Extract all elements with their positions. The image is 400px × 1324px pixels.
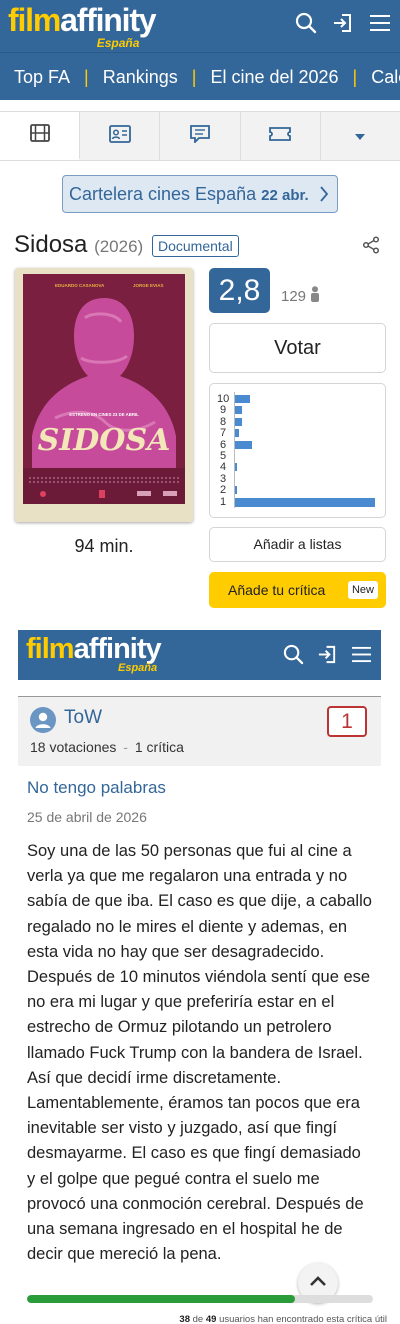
histogram-bar-10 (235, 395, 250, 403)
usefulness-text: 38 de 49 usuarios han encontrado esta cr… (179, 1314, 387, 1324)
histogram-label-1: 1 (219, 495, 227, 508)
tab-more[interactable] (321, 112, 400, 160)
review-author-name[interactable]: ToW (64, 707, 102, 729)
login-icon[interactable] (315, 641, 339, 667)
histogram-bar-6 (235, 440, 252, 449)
movie-year: (2026) (94, 237, 144, 256)
usefulness-bar (27, 1295, 373, 1303)
histogram-bar-9 (235, 406, 243, 415)
top-header: filmaffinity España (0, 0, 400, 52)
histogram-bar-4 (235, 463, 237, 472)
vote-count-value: 129 (281, 287, 307, 305)
ticket-icon (269, 126, 292, 147)
histogram-bar-2 (235, 486, 237, 495)
film-icon (29, 123, 50, 147)
vote-button[interactable]: Votar (209, 323, 386, 373)
average-rating: 2,8 (209, 268, 270, 313)
review-body: Soy una de las 50 personas que fui al ci… (27, 839, 373, 1267)
author-reviews[interactable]: 1 crítica (135, 739, 184, 755)
review-author: ToW 18 votaciones - 1 crítica 1 (18, 696, 381, 766)
logo-region: España (96, 36, 140, 50)
search-icon[interactable] (281, 641, 305, 667)
vote-count[interactable]: 129 (281, 286, 320, 306)
tab-cast[interactable] (80, 112, 161, 160)
author-votes[interactable]: 18 votaciones (30, 739, 116, 755)
share-icon[interactable] (362, 236, 380, 259)
review-title: No tengo palabras (27, 778, 166, 797)
useful-total: 49 (205, 1314, 217, 1324)
histogram-bar-1 (235, 497, 375, 507)
review-paragraph: Después de 10 minutos viéndola sentí que… (27, 968, 371, 1264)
add-to-lists-button[interactable]: Añadir a listas (209, 527, 386, 562)
nav-separator: | (84, 67, 89, 87)
poster-actor-right: JORGE EVIAS (133, 283, 164, 288)
histogram-label-6: 6 (219, 438, 227, 451)
add-review-label: Añade tu crítica (228, 582, 326, 598)
filmaffinity-logo[interactable]: filmaffinity (26, 632, 162, 666)
menu-icon[interactable] (368, 10, 392, 36)
histogram-label-8: 8 (219, 415, 227, 428)
histogram-label-10: 10 (217, 393, 230, 405)
cartelera-button[interactable]: Cartelera cines España 22 abr. (62, 175, 338, 213)
histogram-bar-7 (235, 429, 239, 438)
poster-actor-left: EDUARDO CASANOVA (55, 283, 105, 288)
new-badge: New (347, 581, 378, 599)
logo-text-film: film (26, 633, 75, 665)
genre-badge[interactable]: Documental (152, 235, 239, 257)
histogram-label-5: 5 (219, 450, 227, 462)
nav-separator: | (352, 67, 358, 87)
cartelera-date: 22 abr. (261, 187, 309, 204)
reviews-icon (189, 124, 211, 148)
useful-count: 38 (179, 1314, 190, 1324)
runtime: 94 min. (74, 536, 134, 556)
review-paragraph: Soy una de las 50 personas que fui al ci… (27, 842, 372, 961)
page-title: Sidosa (2026) (14, 231, 143, 259)
histogram-label-7: 7 (219, 427, 227, 440)
stats-separator: - (123, 739, 128, 755)
chevron-up-icon (309, 1274, 327, 1292)
histogram-label-9: 9 (219, 404, 227, 417)
nav-item-calendario[interactable]: Calenda (357, 53, 400, 100)
review-header: filmaffinity España (18, 630, 381, 680)
histogram-label-4: 4 (219, 461, 227, 474)
histogram-label-2: 2 (219, 484, 227, 497)
avatar[interactable] (30, 707, 56, 733)
nav-item-cine-2026[interactable]: El cine del 2026 (196, 53, 338, 100)
tab-film[interactable] (0, 112, 81, 160)
logo-text-affinity: affinity (60, 2, 157, 38)
nav-item-rankings[interactable]: Rankings (89, 53, 178, 100)
tab-tickets[interactable] (241, 112, 321, 160)
usefulness-fill (27, 1295, 296, 1303)
nav-item-top-fa[interactable]: Top FA (0, 53, 70, 100)
review-author-stats: 18 votaciones - 1 crítica (30, 739, 184, 755)
poster-release: ESTRENO EN CINES 23 DE ABRIL (69, 412, 139, 417)
rating-histogram[interactable]: 10 9 8 7 6 5 4 3 2 1 (209, 383, 386, 518)
useful-of: de (192, 1314, 204, 1324)
logo-text-film: film (8, 2, 61, 38)
dropdown-icon (355, 127, 366, 145)
useful-label: usuarios han encontrado esta crítica úti… (219, 1314, 387, 1324)
chevron-right-icon (319, 176, 329, 224)
histogram-label-3: 3 (219, 472, 227, 485)
histogram-bar-8 (235, 417, 243, 426)
logo-region: España (118, 662, 158, 674)
user-icon (310, 286, 320, 306)
filmaffinity-logo[interactable]: filmaffinity España (8, 2, 157, 50)
cartelera-label: Cartelera cines España (69, 184, 257, 204)
search-icon[interactable] (294, 10, 318, 36)
cast-card-icon (108, 124, 131, 148)
tab-reviews[interactable] (160, 112, 241, 160)
movie-title: Sidosa (14, 231, 88, 258)
nav-separator: | (191, 67, 197, 87)
movie-poster[interactable]: EDUARDO CASANOVA JORGE EVIAS ESTRENO EN … (15, 268, 193, 522)
logo-text-affinity: affinity (73, 633, 162, 665)
review-score: 1 (327, 706, 367, 737)
review-date: 25 de abril de 2026 (27, 809, 147, 825)
login-icon[interactable] (331, 10, 355, 36)
menu-icon[interactable] (349, 641, 373, 667)
movie-tabs (0, 111, 400, 161)
add-review-button[interactable]: Añade tu crítica New (209, 572, 386, 608)
main-nav: Top FA|Rankings|El cine del 2026|Calenda (0, 52, 400, 100)
poster-title-art: SIDOSA (38, 423, 171, 458)
